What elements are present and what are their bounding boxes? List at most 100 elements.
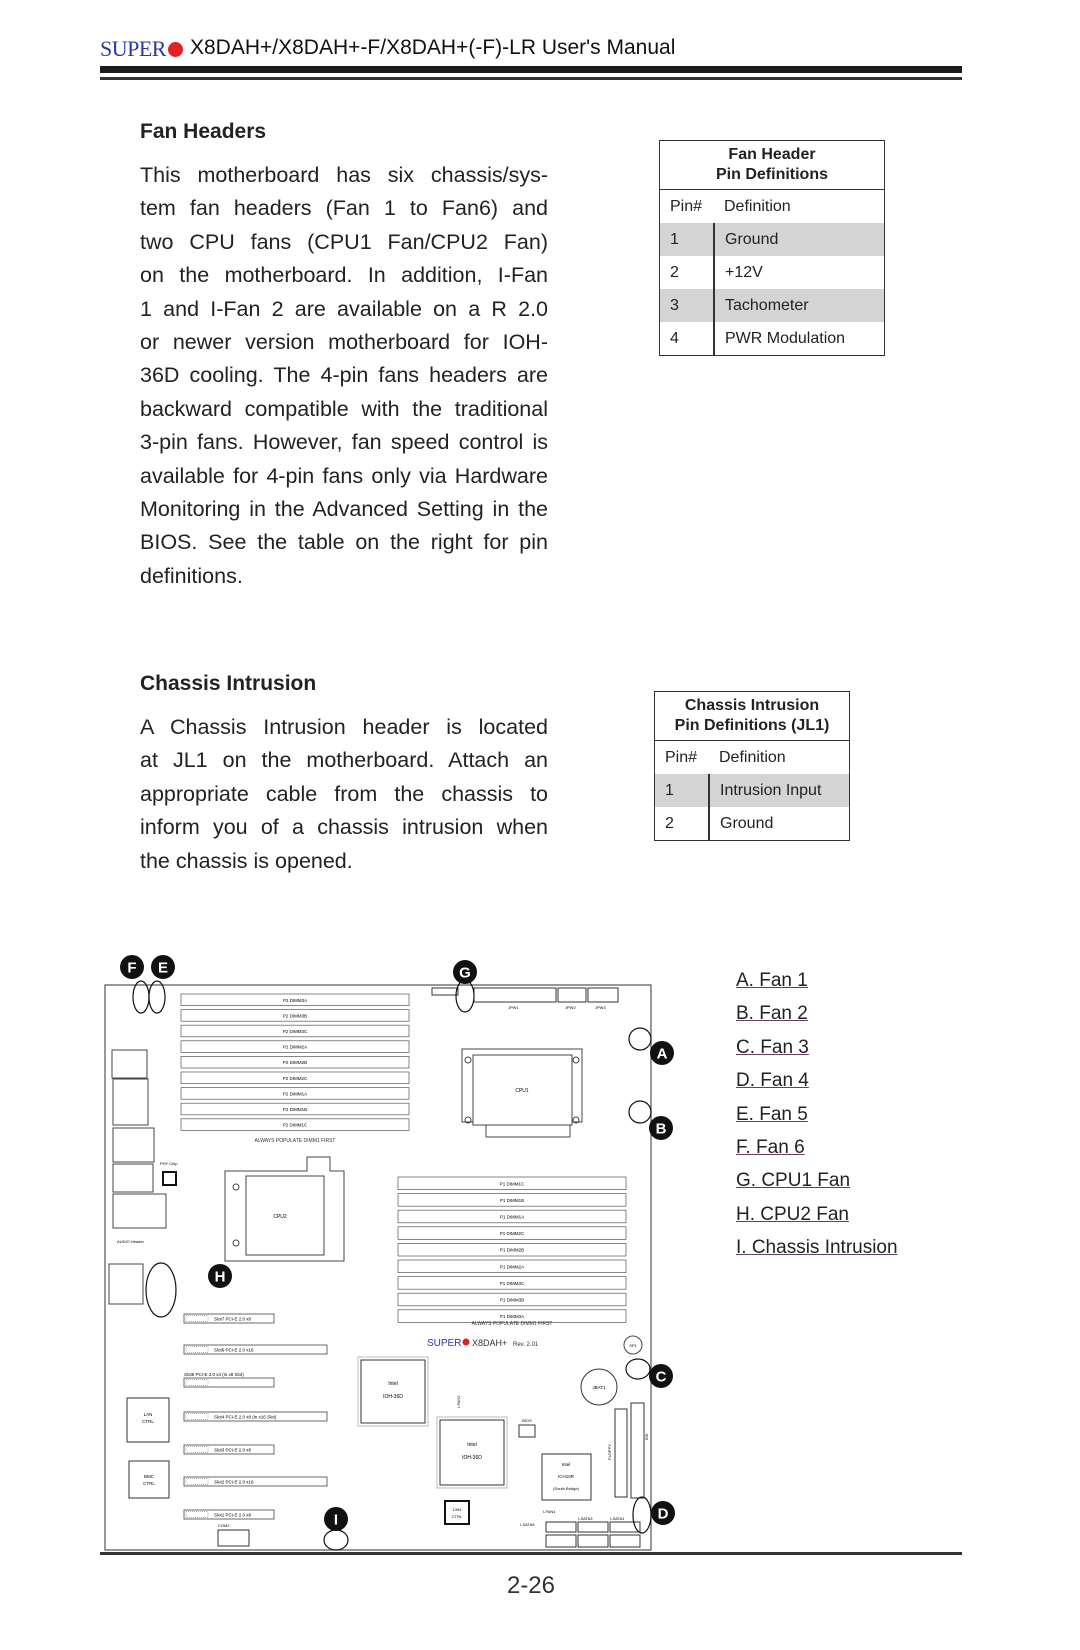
- slot-label: Slot5 PCI-E 2.0 x4 (in x8 Slot): [184, 1372, 244, 1377]
- battery-jbat1: JBAT1: [580, 1368, 618, 1406]
- marker-letter: B: [656, 1121, 667, 1138]
- board-revision: Rev. 2.01: [513, 1342, 539, 1348]
- slot-label: Slot3 PCI-E 2.0 x8: [214, 1448, 252, 1453]
- logo-text: SUPER: [100, 36, 166, 61]
- sp1-label: SP1: [629, 1343, 637, 1348]
- fan-headers-paragraph: This motherboard has six chassis/sys- te…: [140, 159, 548, 593]
- chip-sub: (South Bridge): [553, 1486, 579, 1491]
- text-line: This motherboard has six chassis/sys-: [140, 163, 548, 187]
- table-row: 2 +12V: [660, 256, 885, 289]
- table-row: 2 Ground: [655, 807, 850, 841]
- cpu1-socket: CPU1: [461, 1048, 583, 1138]
- board-brand: SUPER: [427, 1338, 461, 1349]
- ifan2-label: I-FAN2: [456, 1395, 461, 1408]
- pin-cell: 3: [659, 289, 714, 322]
- page-number: 2-26: [506, 1572, 556, 1599]
- jpw1-label: JPW1: [508, 1005, 519, 1010]
- sata-label: I-SATA1: [610, 1516, 625, 1521]
- marker-letter: C: [656, 1369, 667, 1386]
- legend-link-fan1[interactable]: A. Fan 1: [736, 964, 898, 997]
- chip-label: CTRL: [142, 1419, 154, 1424]
- slot-label: Slot7 PCI-E 2.0 x8: [214, 1317, 252, 1322]
- table-title: Chassis Intrusion Pin Definitions (JL1): [654, 691, 850, 741]
- slot-label: Slot1 PCI-E 2.0 x8: [214, 1513, 252, 1518]
- definition-cell: +12V: [713, 256, 885, 289]
- definition-cell: PWR Modulation: [713, 322, 885, 356]
- legend-link-fan5[interactable]: E. Fan 5: [736, 1098, 898, 1131]
- document-title: X8DAH+/X8DAH+-F/X8DAH+(-F)-LR User's Man…: [190, 36, 676, 59]
- text-line: on the motherboard. In addition, I-Fan: [140, 263, 548, 288]
- chip-label: CTRL: [452, 1514, 463, 1519]
- supermicro-logo: SUPER: [100, 36, 183, 62]
- legend-link-fan6[interactable]: F. Fan 6: [736, 1131, 898, 1164]
- legend-link-chassis-intrusion[interactable]: I. Chassis Intrusion: [736, 1231, 898, 1264]
- chip-name: IOH-36D: [383, 1394, 403, 1400]
- board-model: X8DAH+: [472, 1338, 507, 1348]
- table-title: Fan Header Pin Definitions: [659, 140, 885, 190]
- pin-cell: 1: [659, 223, 714, 256]
- sata-label: I-SATA3: [578, 1516, 593, 1521]
- column-header: Definition: [719, 748, 786, 766]
- dimm-label: P1 DIMM3C: [500, 1281, 525, 1286]
- footer-rule: [100, 1552, 962, 1555]
- jpw3-label: JPW3: [595, 1005, 606, 1010]
- header-rule-thin: [100, 77, 962, 80]
- com2-header: [217, 1529, 250, 1547]
- lan-controller: LAN CTRL: [126, 1397, 170, 1443]
- text-line: definitions.: [140, 563, 243, 588]
- text-line: the chassis is opened.: [140, 848, 353, 873]
- dimm-label: P1 DIMM3A: [500, 1314, 524, 1319]
- cpu1-label: CPU1: [515, 1088, 529, 1094]
- dimm-label: P1 DIMM1A: [500, 1215, 524, 1220]
- dimm-label: P1 DIMM3B: [500, 1298, 524, 1303]
- dimm-label: P2 DIMM1B: [283, 1107, 307, 1112]
- audio-header-label: AUDIO Header: [117, 1239, 145, 1244]
- text-line: available for 4-pin fans only via Hardwa…: [140, 463, 548, 488]
- battery-label: JBAT1: [592, 1385, 606, 1390]
- table-title-line: Pin Definitions: [716, 166, 828, 183]
- dimm-label: P1 DIMM2A: [500, 1264, 524, 1269]
- chassis-intrusion-heading: Chassis Intrusion: [140, 672, 317, 695]
- phy-chip-label: PHY Chip: [160, 1161, 178, 1166]
- p1-dimm-slots: P1 DIMM1C P1 DIMM1B P1 DIMM1A P1 DIMM2C P1 D…: [397, 1176, 627, 1323]
- legend-link-cpu2-fan[interactable]: H. CPU2 Fan: [736, 1198, 898, 1231]
- cpu2-socket: CPU2: [224, 1156, 345, 1262]
- ioh-chip-1: Intel IOH-36D: [357, 1356, 429, 1427]
- dimm-label: P1 DIMM2B: [500, 1248, 524, 1253]
- chip-label: BIOS: [522, 1418, 532, 1423]
- legend-link-fan4[interactable]: D. Fan 4: [736, 1064, 898, 1097]
- marker-letter: D: [658, 1506, 669, 1523]
- dimm-label: P2 DIMM2A: [283, 1045, 307, 1050]
- fan-headers-heading: Fan Headers: [140, 120, 267, 143]
- text-line: tem fan headers (Fan 1 to Fan6) and: [140, 196, 548, 221]
- slot-label: Slot6 PCI-E 2.0 x16: [214, 1348, 254, 1353]
- dimm-label: P1 DIMM2C: [500, 1231, 525, 1236]
- legend-link-fan2[interactable]: B. Fan 2: [736, 997, 898, 1030]
- definition-cell: Ground: [708, 807, 850, 841]
- column-header: Pin#: [670, 197, 703, 215]
- legend-link-fan3[interactable]: C. Fan 3: [736, 1031, 898, 1064]
- populate-note-p2: ALWAYS POPULATE DIMM1 FIRST: [255, 1138, 336, 1144]
- chip-label: LAN: [144, 1412, 153, 1417]
- dimm-label: P1 DIMM1B: [500, 1198, 524, 1203]
- slot-label: Slot2 PCI-E 2.0 x16: [214, 1480, 254, 1485]
- chip-vendor: Intel: [562, 1462, 571, 1467]
- legend-link-cpu1-fan[interactable]: G. CPU1 Fan: [736, 1164, 898, 1197]
- table-row: 3 Tachometer: [659, 289, 885, 322]
- jpw2-label: JPW2: [565, 1005, 576, 1010]
- ide-label: IDE: [644, 1433, 649, 1440]
- column-header: Definition: [724, 197, 791, 215]
- definition-cell: Intrusion Input: [708, 774, 850, 807]
- com2-label: COM2: [218, 1523, 230, 1528]
- chassis-intrusion-pin-table: Chassis Intrusion Pin Definitions (JL1) P…: [654, 691, 850, 841]
- dimm-label: P1 DIMM1C: [500, 1181, 525, 1186]
- chip-vendor: Intel: [467, 1442, 476, 1448]
- marker-letter: H: [215, 1269, 226, 1286]
- dimm-label: P2 DIMM1A: [283, 1091, 307, 1096]
- chip-label: 1394: [453, 1507, 463, 1512]
- text-line: inform you of a chassis intrusion when: [140, 815, 548, 840]
- text-line: A Chassis Intrusion header is located: [140, 715, 548, 739]
- chip-label: BMC: [144, 1474, 155, 1479]
- table-header-row: Pin# Definition: [655, 741, 850, 775]
- marker-letter: G: [459, 965, 471, 982]
